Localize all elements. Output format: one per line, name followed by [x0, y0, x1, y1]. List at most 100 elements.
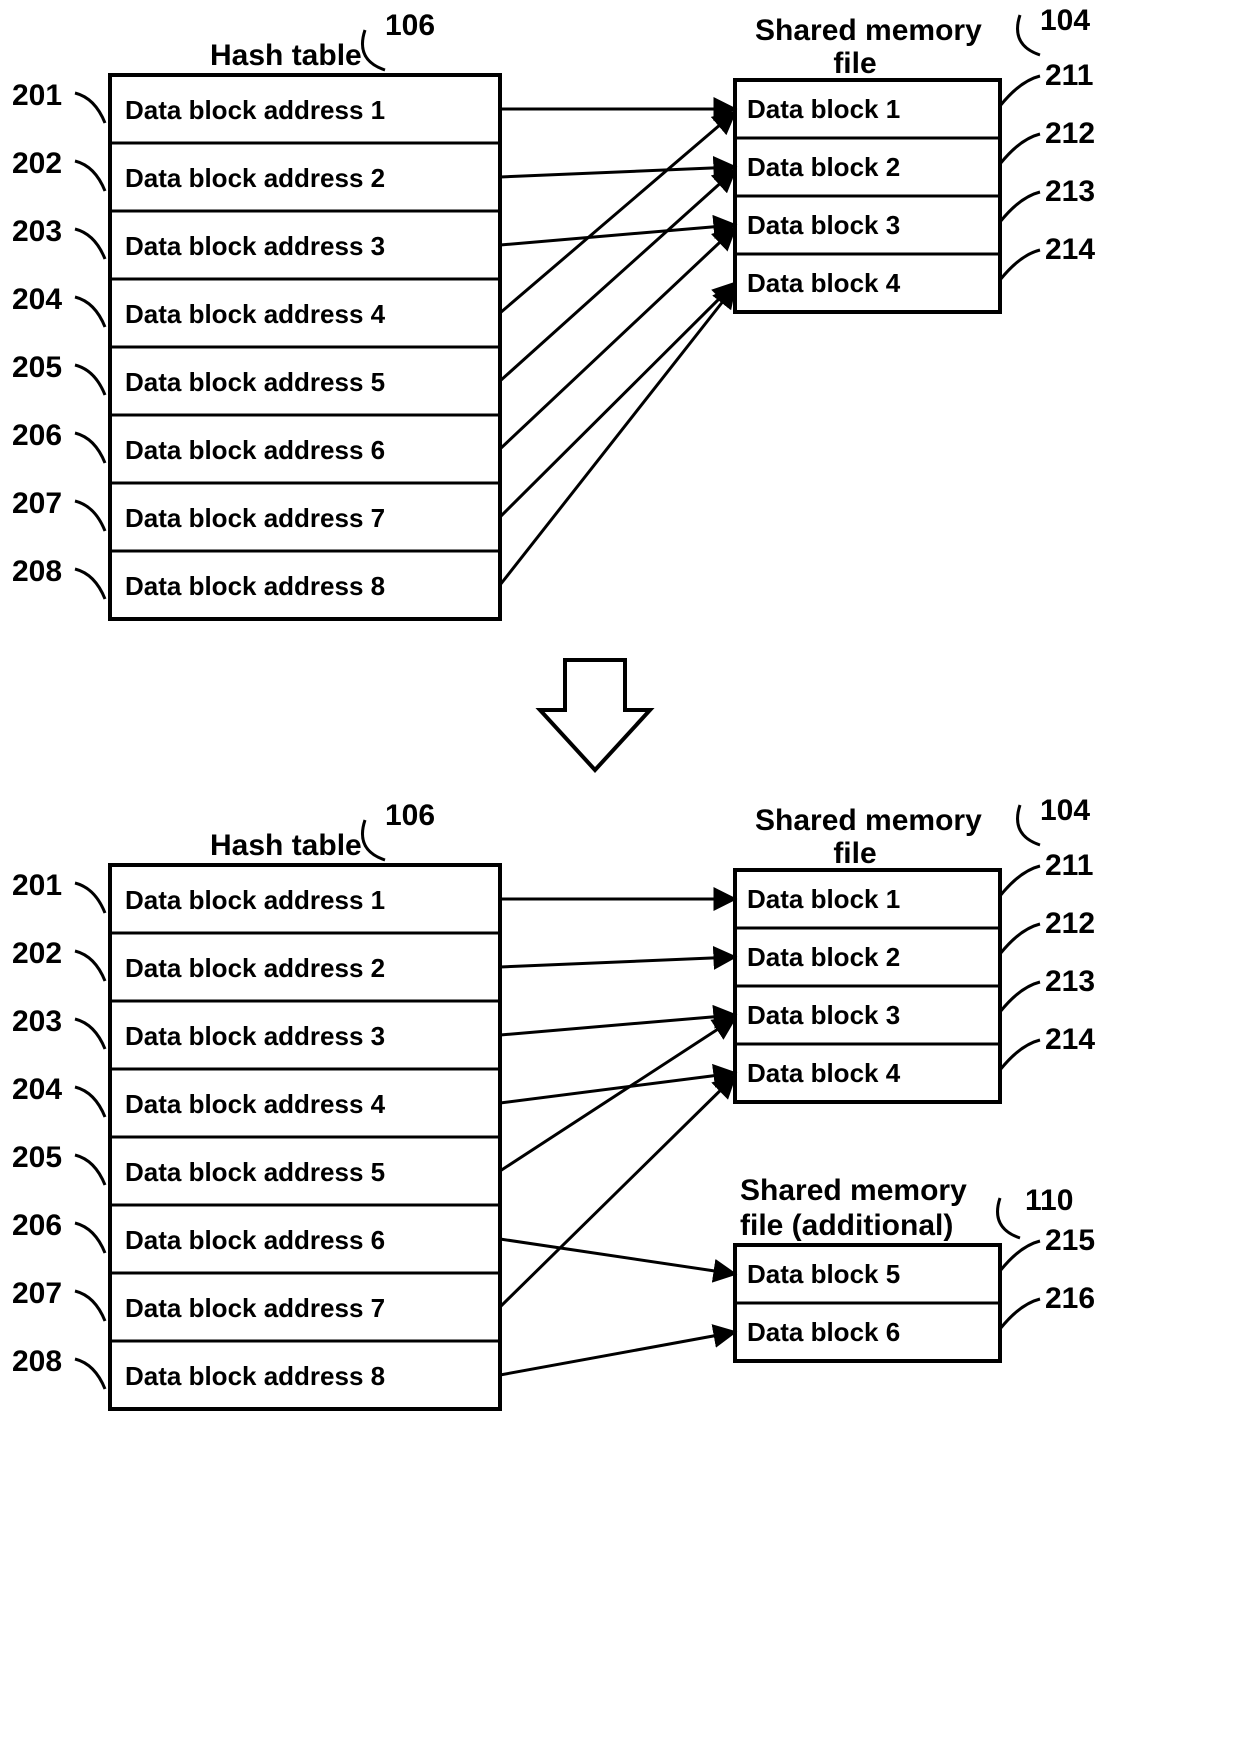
- leader-icon: [1018, 805, 1041, 845]
- ref-number: 204: [12, 1073, 62, 1106]
- leader-icon: [363, 30, 386, 70]
- ref-number: 211: [1045, 59, 1093, 92]
- ref-number: 208: [12, 555, 62, 588]
- leader-icon: [1000, 76, 1040, 106]
- mem-row-label: Data block 3: [747, 210, 900, 240]
- hash-table: Data block address 1201Data block addres…: [12, 865, 500, 1409]
- down-arrow-icon: [540, 660, 650, 770]
- leader-icon: [75, 951, 105, 981]
- ref-label: 207: [12, 487, 105, 531]
- ref-label: 202: [12, 147, 105, 191]
- ref-number: 214: [1045, 233, 1095, 266]
- leader-icon: [1000, 1241, 1040, 1271]
- leader-icon: [75, 365, 105, 395]
- ref-label: 204: [12, 283, 105, 327]
- leader-icon: [75, 1087, 105, 1117]
- hash-row-label: Data block address 4: [125, 1089, 386, 1119]
- hash-row-label: Data block address 5: [125, 367, 385, 397]
- mem-row-label: Data block 6: [747, 1317, 900, 1347]
- shared-memory-file: Data block 1211Data block 2212Data block…: [735, 849, 1095, 1102]
- leader-icon: [998, 1198, 1021, 1238]
- shared-memory-file-additional: Data block 5215Data block 6216: [735, 1224, 1095, 1361]
- ref-number: 214: [1045, 1023, 1095, 1056]
- mem-ref: 104: [1040, 4, 1090, 37]
- leader-icon: [75, 569, 105, 599]
- mem-row-label: Data block 1: [747, 94, 900, 124]
- mem-ref: 104: [1040, 794, 1090, 827]
- ref-number: 206: [12, 419, 62, 452]
- mem2-ref: 110: [1025, 1184, 1073, 1217]
- leader-icon: [1000, 866, 1040, 896]
- arrows: [500, 109, 735, 585]
- hash-table: Data block address 1 201 Data block addres…: [12, 75, 500, 619]
- hash-row-label: Data block address 2: [125, 953, 385, 983]
- hash-row-label: Data block address 3: [125, 1021, 385, 1051]
- hash-row-label: Data block address 3: [125, 231, 385, 261]
- bottom-diagram: Hash table 106 Data block address 1201Da…: [12, 794, 1095, 1409]
- ref-label: 204: [12, 1073, 105, 1117]
- mem-title-line1: Shared memory: [755, 804, 982, 837]
- leader-icon: [75, 93, 105, 123]
- mem-row-label: Data block 4: [747, 1058, 901, 1088]
- leader-icon: [75, 501, 105, 531]
- hash-row-label: Data block address 4: [125, 299, 386, 329]
- ref-label: 205: [12, 1141, 105, 1185]
- hash-table-title: Hash table: [210, 829, 362, 862]
- ref-number: 201: [12, 79, 62, 112]
- shared-memory-file: Data block 1 211 Data block 2 212 Data block…: [735, 59, 1095, 312]
- hash-row-label: Data block address 8: [125, 1361, 385, 1391]
- leader-icon: [1000, 1040, 1040, 1070]
- ref-number: 215: [1045, 1224, 1095, 1257]
- ref-number: 213: [1045, 175, 1095, 208]
- hash-table-ref: 106: [385, 799, 435, 832]
- ref-label: 201: [12, 869, 105, 913]
- mem-title-line1: Shared memory: [755, 14, 982, 47]
- leader-icon: [75, 433, 105, 463]
- hash-row-label: Data block address 2: [125, 163, 385, 193]
- mem-row-label: Data block 5: [747, 1259, 900, 1289]
- ref-label: 205: [12, 351, 105, 395]
- arrows: [500, 899, 735, 1375]
- ref-number: 212: [1045, 907, 1095, 940]
- ref-label: 203: [12, 1005, 105, 1049]
- leader-icon: [75, 229, 105, 259]
- mem2-title-line1: Shared memory: [740, 1174, 967, 1207]
- ref-label: 208: [12, 1345, 105, 1389]
- hash-table-ref: 106: [385, 9, 435, 42]
- leader-icon: [1000, 250, 1040, 280]
- ref-label: 202: [12, 937, 105, 981]
- ref-label: 206: [12, 419, 105, 463]
- hash-row-label: Data block address 7: [125, 503, 385, 533]
- ref-label: 201: [12, 79, 105, 123]
- hash-row-label: Data block address 7: [125, 1293, 385, 1323]
- ref-number: 211: [1045, 849, 1093, 882]
- mem-row-label: Data block 2: [747, 152, 900, 182]
- mem-title-line2: file: [833, 47, 876, 80]
- leader-icon: [1000, 134, 1040, 164]
- leader-icon: [1000, 192, 1040, 222]
- ref-number: 203: [12, 215, 62, 248]
- leader-icon: [1000, 1299, 1040, 1329]
- hash-row-label: Data block address 5: [125, 1157, 385, 1187]
- ref-number: 208: [12, 1345, 62, 1378]
- ref-label: 207: [12, 1277, 105, 1321]
- ref-number: 202: [12, 147, 62, 180]
- ref-number: 206: [12, 1209, 62, 1242]
- ref-number: 207: [12, 487, 62, 520]
- leader-icon: [75, 1223, 105, 1253]
- mem-title-line2: file: [833, 837, 876, 870]
- hash-row-label: Data block address 6: [125, 435, 385, 465]
- top-diagram: Hash table 106 Data block address 1201Da…: [12, 4, 1095, 619]
- hash-row-label: Data block address 1: [125, 95, 385, 125]
- ref-label: 208: [12, 555, 105, 599]
- leader-icon: [1000, 924, 1040, 954]
- ref-number: 212: [1045, 117, 1095, 150]
- ref-number: 203: [12, 1005, 62, 1038]
- leader-icon: [75, 1291, 105, 1321]
- ref-number: 207: [12, 1277, 62, 1310]
- ref-number: 205: [12, 1141, 62, 1174]
- leader-icon: [363, 820, 386, 860]
- ref-number: 213: [1045, 965, 1095, 998]
- leader-icon: [75, 1155, 105, 1185]
- mem-row-label: Data block 1: [747, 884, 900, 914]
